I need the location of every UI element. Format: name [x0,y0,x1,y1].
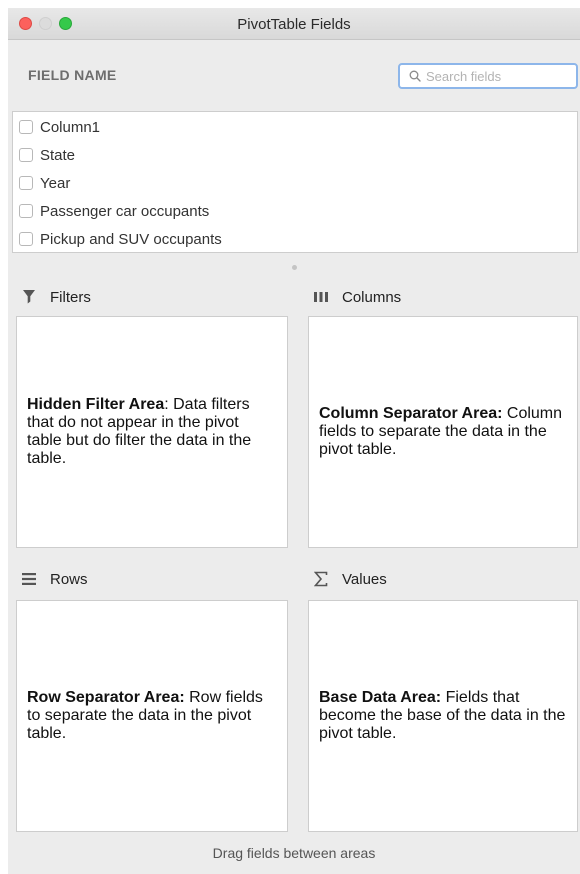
field-label-year: Year [40,174,71,192]
rows-drop-area[interactable]: Row Separator Area: Row fields to separa… [16,600,288,832]
filters-label: Filters [50,288,91,306]
field-label-passenger-car-occupants: Passenger car occupants [40,202,210,220]
funnel-icon [20,289,38,305]
pane-splitter-handle[interactable] [292,265,297,270]
field-item-year[interactable]: Year [19,172,70,194]
search-box[interactable] [398,63,578,89]
field-checkbox-pickup-suv-occupants[interactable] [19,232,33,246]
rows-label: Rows [50,570,88,588]
search-icon [409,70,421,82]
field-checkbox-state[interactable] [19,148,33,162]
columns-header: Columns [312,286,401,308]
field-name-header: FIELD NAME [28,67,117,83]
filters-area-description: Hidden Filter Area: Data filters that do… [27,396,252,467]
values-drop-area[interactable]: Base Data Area: Fields that become the b… [308,600,578,832]
columns-icon [312,290,330,304]
field-item-state[interactable]: State [19,144,75,166]
pivottable-fields-window: PivotTable Fields FIELD NAME Column1 Sta… [8,8,580,874]
columns-label: Columns [342,288,402,306]
field-label-column1: Column1 [40,118,101,136]
field-item-column1[interactable]: Column1 [19,116,100,138]
field-label-pickup-suv-occupants: Pickup and SUV occupants [40,230,222,248]
search-fields-input[interactable] [426,67,574,85]
rows-header: Rows [20,568,88,590]
field-item-pickup-suv-occupants[interactable]: Pickup and SUV occupants [19,228,222,250]
filters-header: Filters [20,286,91,308]
window-title: PivotTable Fields [237,16,351,33]
field-list[interactable]: Column1 State Year Passenger car occupan… [12,111,578,253]
columns-drop-area[interactable]: Column Separator Area: Column fields to … [308,316,578,548]
field-checkbox-column1[interactable] [19,120,33,134]
filters-drop-area[interactable]: Hidden Filter Area: Data filters that do… [16,316,288,548]
drag-hint-text: Drag fields between areas [212,845,376,861]
columns-area-description: Column Separator Area: Column fields to … [319,405,563,458]
sigma-icon [312,571,330,587]
title-bar[interactable]: PivotTable Fields [8,8,580,40]
values-label: Values [342,570,387,588]
field-item-passenger-car-occupants[interactable]: Passenger car occupants [19,200,209,222]
rows-area-description: Row Separator Area: Row fields to separa… [27,689,263,742]
field-checkbox-passenger-car-occupants[interactable] [19,204,33,218]
field-label-state: State [40,146,76,164]
values-header: Values [312,568,387,590]
rows-icon [20,572,38,586]
values-area-description: Base Data Area: Fields that become the b… [319,689,566,742]
field-checkbox-year[interactable] [19,176,33,190]
